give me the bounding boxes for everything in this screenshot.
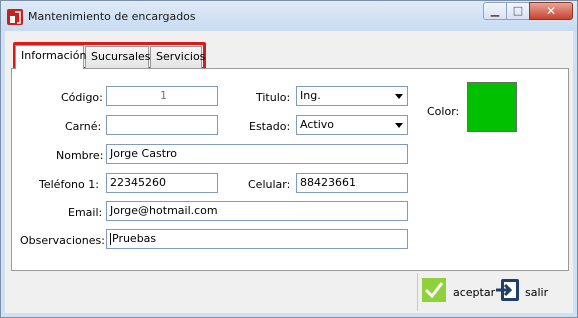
nombre-label: Nombre: [56,149,104,162]
checkmark-icon [422,278,446,302]
minimize-button[interactable]: ▁ [483,2,507,20]
info-panel: Código: 1 Carné: Nombre: Jorge Castro Te… [11,68,569,271]
aceptar-label: aceptar [453,286,496,299]
salir-label: salir [525,286,549,299]
carne-field[interactable] [106,115,218,135]
observaciones-value: Pruebas [112,232,157,245]
exit-icon [496,279,519,301]
color-swatch[interactable] [467,82,517,132]
chevron-down-icon [395,123,403,128]
minimize-icon: ▁ [490,4,500,17]
titulo-selected-value: Ing. [300,89,321,102]
nombre-field[interactable]: Jorge Castro [106,144,408,164]
celular-label: Celular: [248,178,291,191]
chevron-down-icon [395,94,403,99]
maximize-button[interactable]: □ [506,2,530,20]
text-caret [110,233,111,245]
observaciones-label: Observaciones: [20,234,105,247]
close-button[interactable]: ✕ [529,2,573,20]
close-icon: ✕ [545,4,557,18]
app-window: Mantenimiento de encargados ▁ □ ✕ Inform… [0,0,578,318]
aceptar-button[interactable]: aceptar [421,277,495,307]
footer-divider [417,273,418,311]
email-field[interactable]: Jorge@hotmail.com [106,201,408,221]
titulo-label: Titulo: [256,91,291,104]
email-label: Email: [68,206,103,219]
observaciones-field[interactable]: Pruebas [106,229,408,249]
tab-servicios[interactable]: Servicios [150,46,205,68]
celular-field[interactable]: 88423661 [296,173,408,193]
maximize-icon: □ [512,4,524,17]
titulo-select[interactable]: Ing. [296,86,408,106]
carne-label: Carné: [65,120,102,133]
telefono-label: Teléfono 1: [39,178,99,191]
app-logo-icon [7,9,23,25]
window-title: Mantenimiento de encargados [28,10,196,23]
title-bar[interactable]: Mantenimiento de encargados ▁ □ ✕ [1,1,577,31]
window-content: Información Sucursales Servicios Código:… [5,31,573,313]
telefono-field[interactable]: 22345260 [106,173,218,193]
tab-sucursales[interactable]: Sucursales [85,46,151,68]
codigo-field[interactable]: 1 [106,86,218,106]
estado-label: Estado: [249,120,291,133]
estado-select[interactable]: Activo [296,115,408,135]
color-label: Color: [427,105,460,118]
codigo-label: Código: [61,91,103,104]
salir-button[interactable]: salir [495,277,555,307]
estado-selected-value: Activo [300,118,334,131]
tab-informacion[interactable]: Información [15,45,86,69]
